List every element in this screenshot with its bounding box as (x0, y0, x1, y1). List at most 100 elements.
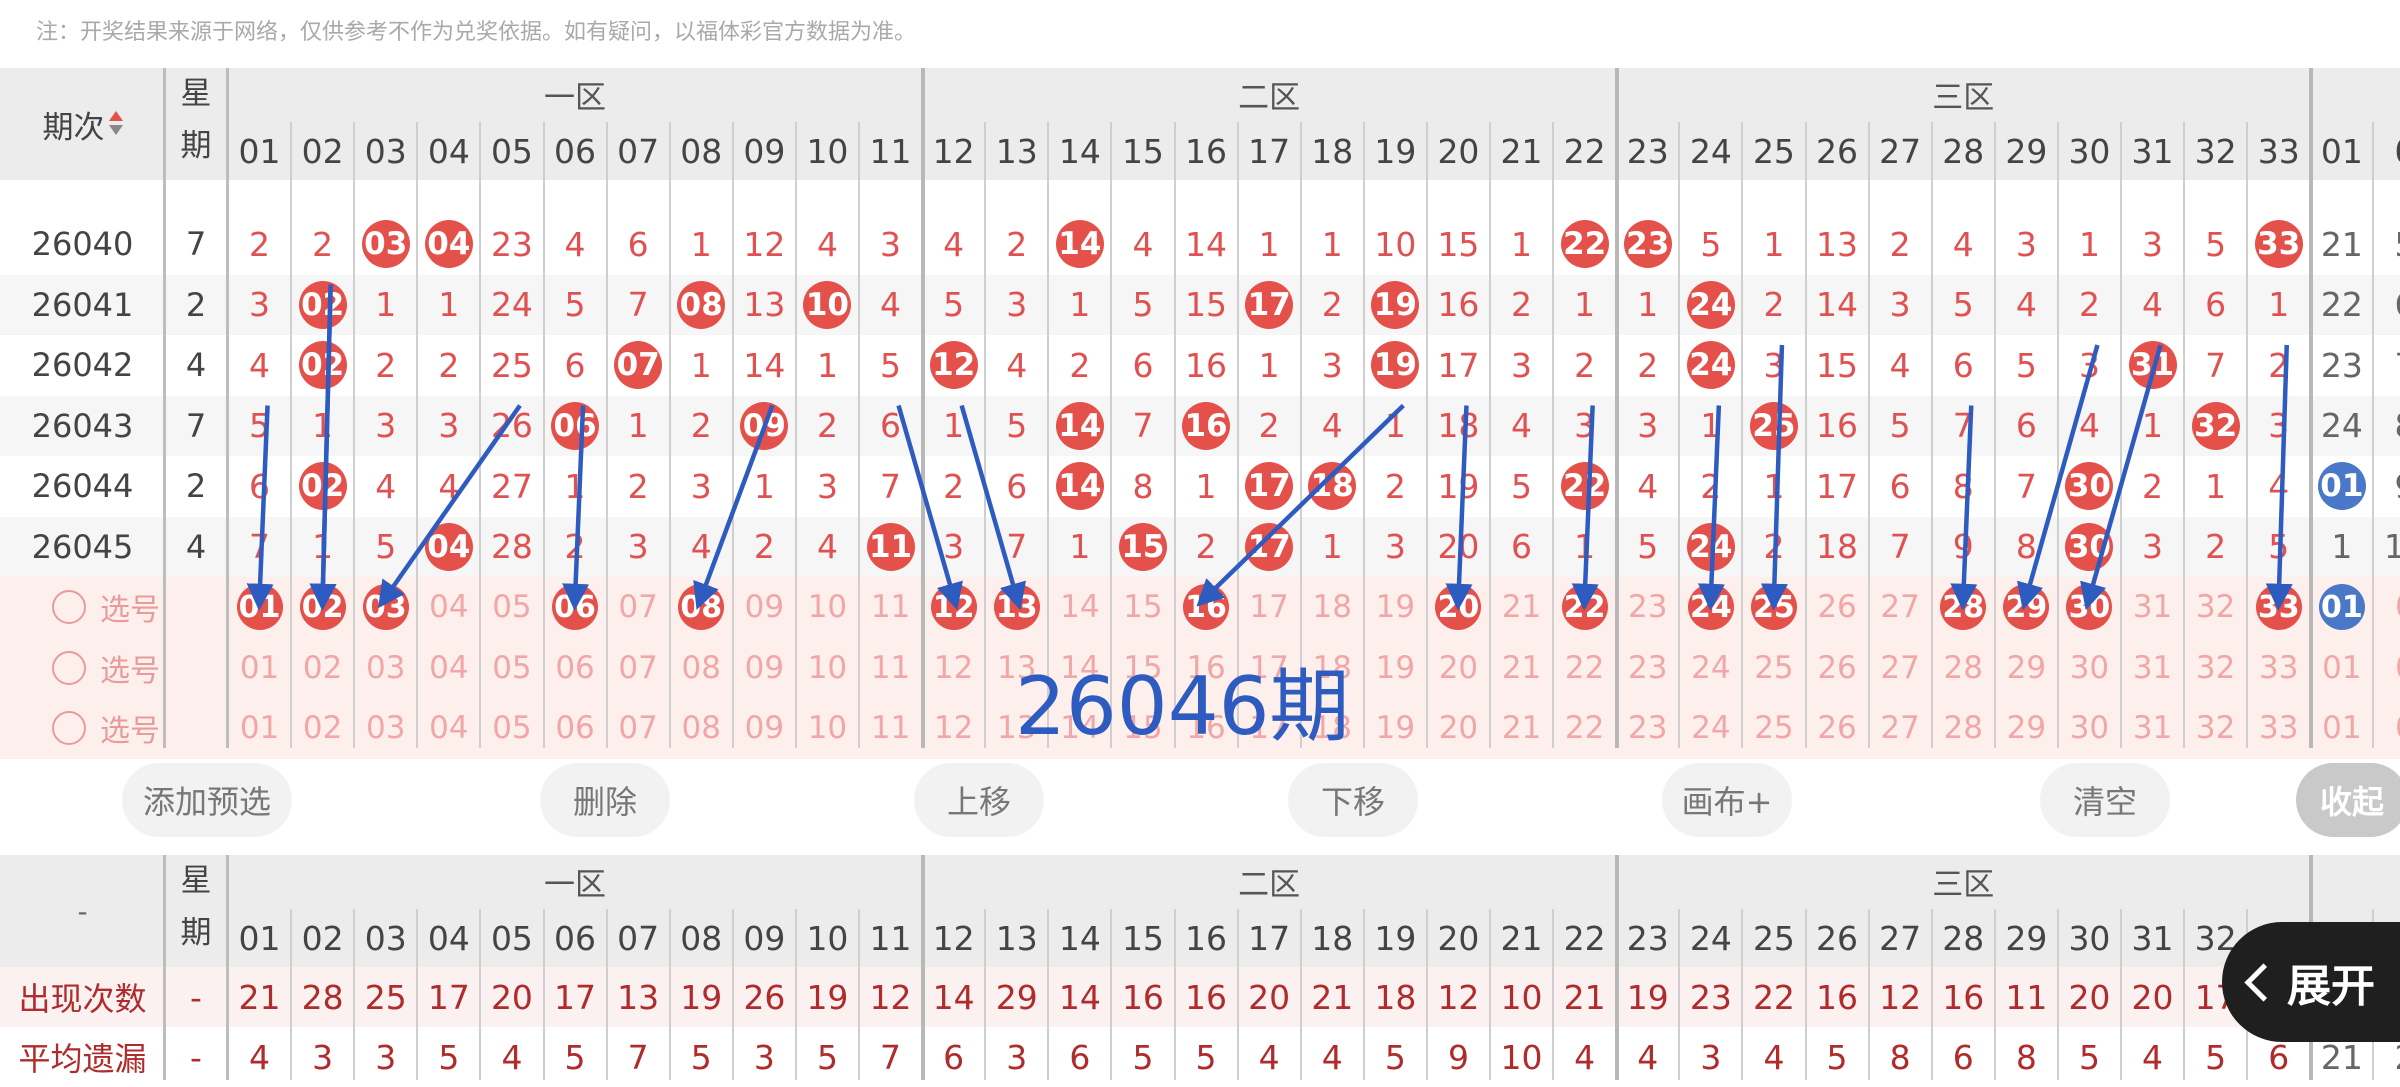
stats-value: 18 (1374, 977, 1417, 1017)
divider (1173, 909, 1176, 1080)
stats-value: 10 (1500, 1037, 1543, 1077)
stats-value: 14 (1058, 977, 1101, 1017)
divider (479, 909, 482, 1080)
annotation-arrow (2017, 344, 2100, 611)
stats-value: 4 (1574, 1037, 1596, 1077)
divider (2183, 909, 2186, 1080)
stats-value: 16 (1121, 977, 1164, 1017)
number-header-29[interactable]: 29 (1995, 909, 2058, 967)
stats-value: 17 (427, 977, 470, 1017)
number-header-27[interactable]: 27 (1869, 909, 1932, 967)
stats-value: 20 (2131, 977, 2174, 1017)
stats-table: - 星 期 一区 二区 三区 01 02 03 04 05 06 07 08 09 10 11 12 13 1… (0, 855, 2400, 1087)
expand-label: 展开 (2287, 961, 2375, 1012)
stats-value: 5 (816, 1037, 838, 1077)
divider (542, 909, 545, 1080)
number-header-11[interactable]: 11 (859, 909, 922, 967)
number-header-17[interactable]: 17 (1238, 909, 1301, 967)
number-header-28[interactable]: 28 (1932, 909, 1995, 967)
number-header-13[interactable]: 13 (985, 909, 1048, 967)
stats-value: 5 (1826, 1037, 1848, 1077)
annotation-arrow (378, 404, 522, 609)
number-header-03[interactable]: 03 (354, 909, 417, 967)
annotation-arrow (693, 404, 775, 610)
stats-value: 3 (753, 1037, 775, 1077)
number-header-16[interactable]: 16 (1175, 909, 1238, 967)
number-header-30[interactable]: 30 (2058, 909, 2121, 967)
zone-label-3: 三区 (1932, 866, 1995, 903)
number-header-23[interactable]: 23 (1616, 909, 1679, 967)
number-header-20[interactable]: 20 (1427, 909, 1490, 967)
stats-value: 12 (1879, 977, 1922, 1017)
move-up-button[interactable]: 上移 (914, 763, 1044, 837)
stats-value: 25 (364, 977, 407, 1017)
divider (1930, 909, 1933, 1080)
number-header-22[interactable]: 22 (1553, 909, 1616, 967)
stats-value: 5 (1195, 1037, 1217, 1077)
divider (858, 909, 860, 1080)
stats-week-header: 星 期 (165, 855, 227, 967)
collapse-button[interactable]: 收起 (2296, 763, 2400, 837)
stats-value: 29 (995, 977, 1038, 1017)
stats-value: 4 (249, 1037, 271, 1077)
annotation-arrow (1760, 344, 1788, 611)
add-preselection-button[interactable]: 添加预选 (122, 763, 292, 837)
number-header-18[interactable]: 18 (1301, 909, 1364, 967)
stats-value: 20 (1248, 977, 1291, 1017)
stats-value: 4 (1637, 1037, 1659, 1077)
number-header-09[interactable]: 09 (733, 909, 796, 967)
number-header-26[interactable]: 26 (1806, 909, 1869, 967)
number-header-04[interactable]: 04 (417, 909, 480, 967)
annotation-arrow (1697, 405, 1725, 611)
stats-row-dash: - (190, 977, 202, 1017)
stats-value: 4 (1321, 1037, 1343, 1077)
stats-value: 11 (2005, 977, 2048, 1017)
annotation-arrow (1196, 403, 1405, 607)
divider (2120, 909, 2122, 1080)
number-header-24[interactable]: 24 (1679, 909, 1742, 967)
annotation-arrow (2265, 344, 2293, 611)
number-header-21[interactable]: 21 (1490, 909, 1553, 967)
stats-value: 20 (2068, 977, 2111, 1017)
stats-value: 5 (2205, 1037, 2227, 1077)
annotation-arrow (2080, 344, 2163, 611)
annotation-arrow (1950, 405, 1978, 611)
stats-value: 21 (238, 977, 281, 1017)
divider (416, 909, 419, 1080)
stats-value: 6 (1069, 1037, 1091, 1077)
stats-value: 21 (1311, 977, 1354, 1017)
number-header-10[interactable]: 10 (796, 909, 859, 967)
number-header-02[interactable]: 02 (291, 909, 354, 967)
stats-value: 3 (375, 1037, 397, 1077)
number-header-14[interactable]: 14 (1048, 909, 1111, 967)
divider (1236, 909, 1239, 1080)
divider (226, 855, 229, 1080)
stats-value: 5 (1384, 1037, 1406, 1077)
number-header-05[interactable]: 05 (480, 909, 543, 967)
divider (1110, 909, 1113, 1080)
annotation-arrow (246, 405, 274, 611)
number-header-12[interactable]: 12 (922, 909, 985, 967)
stats-value: 17 (554, 977, 597, 1017)
stats-value: 12 (869, 977, 912, 1017)
stats-value: 16 (1816, 977, 1859, 1017)
move-down-button[interactable]: 下移 (1288, 763, 1418, 837)
stats-value: 8 (2015, 1037, 2037, 1077)
canvas-plus-button[interactable]: 画布+ (1662, 763, 1792, 837)
number-header-19[interactable]: 19 (1364, 909, 1427, 967)
divider (1362, 909, 1365, 1080)
number-header-31[interactable]: 31 (2121, 909, 2184, 967)
number-header-25[interactable]: 25 (1742, 909, 1805, 967)
expand-button[interactable]: 展开 (2222, 922, 2400, 1042)
number-header-07[interactable]: 07 (607, 909, 670, 967)
delete-button[interactable]: 删除 (540, 763, 670, 837)
number-header-08[interactable]: 08 (670, 909, 733, 967)
annotation-arrow (1445, 405, 1473, 611)
stats-value: 19 (1626, 977, 1669, 1017)
number-header-15[interactable]: 15 (1111, 909, 1174, 967)
number-header-01[interactable]: 01 (228, 909, 291, 967)
clear-button[interactable]: 清空 (2040, 763, 2170, 837)
stats-value: 13 (617, 977, 660, 1017)
number-header-06[interactable]: 06 (544, 909, 607, 967)
stats-value: 4 (1258, 1037, 1280, 1077)
